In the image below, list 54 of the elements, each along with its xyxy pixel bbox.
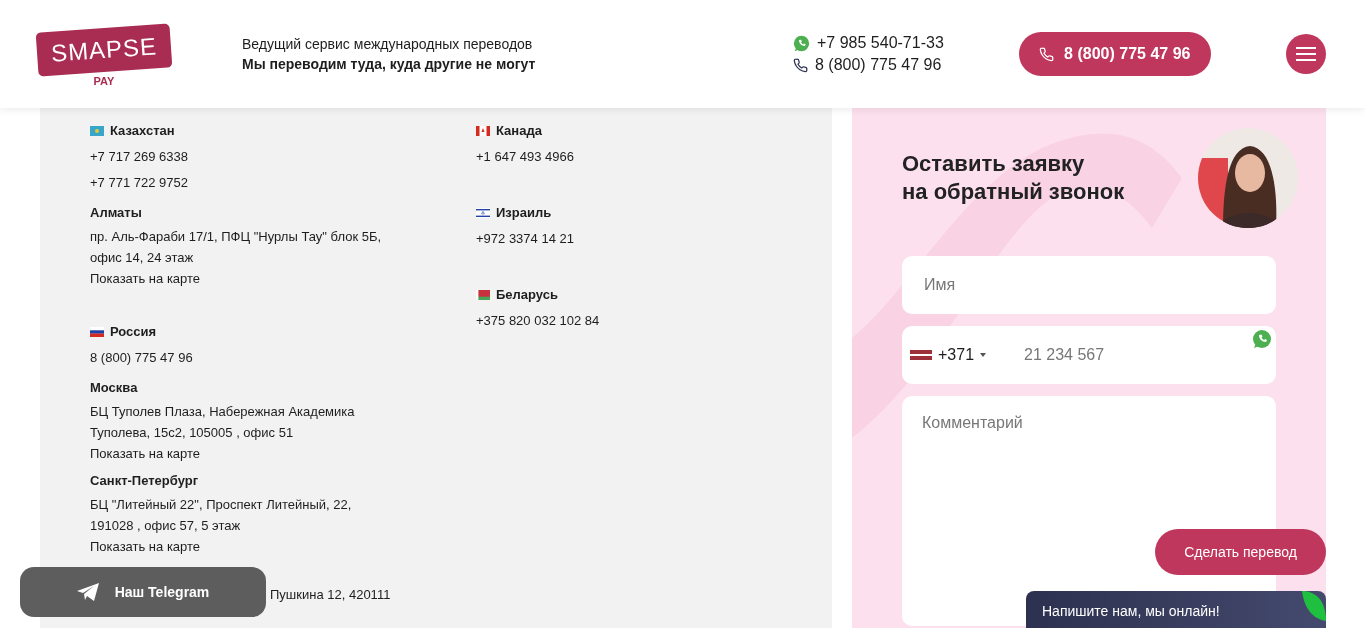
flag-icon bbox=[90, 126, 104, 136]
chat-text: Напишите нам, мы онлайн! bbox=[1042, 603, 1220, 619]
map-link[interactable]: Показать на карте bbox=[90, 443, 201, 464]
form-title: Оставить заявку на обратный звонок bbox=[902, 150, 1125, 206]
logo[interactable]: SMAPSE bbox=[35, 22, 173, 77]
caret-icon bbox=[980, 353, 987, 357]
address: БЦ Туполев Плаза, Набережная Академика Туполева, 15с2, 105005 , офис 51 bbox=[90, 403, 356, 442]
country-name: Россия bbox=[110, 323, 157, 341]
phone-icon bbox=[793, 57, 808, 73]
flag-icon bbox=[90, 327, 104, 337]
country-name: Беларусь bbox=[496, 286, 558, 304]
call-button[interactable]: 8 (800) 775 47 96 bbox=[1018, 32, 1211, 76]
map-link[interactable]: Показать на карте bbox=[90, 268, 201, 289]
country-name: Канада bbox=[496, 122, 542, 140]
phone-icon bbox=[1039, 46, 1055, 62]
chat-toast[interactable]: Напишите нам, мы онлайн! bbox=[1026, 591, 1326, 628]
online-indicator bbox=[1302, 591, 1326, 621]
city-name: Санкт-Петербург bbox=[90, 472, 200, 490]
address: БЦ "Литейный 22", Проспект Литейный, 22, 191028 , офис 57, 5 этаж bbox=[90, 496, 353, 535]
name-input[interactable]: Имя bbox=[922, 275, 1256, 295]
whatsapp-icon bbox=[1252, 329, 1272, 349]
transfer-button[interactable]: Сделать перевод bbox=[1155, 529, 1326, 575]
country-code-select[interactable]: +371 bbox=[910, 346, 987, 364]
city-name: Москва bbox=[90, 379, 139, 397]
comment-input[interactable]: Комментарий bbox=[902, 396, 1276, 526]
menu-icon bbox=[1296, 47, 1316, 61]
city-name: Алматы bbox=[90, 204, 143, 222]
flag-icon bbox=[476, 208, 490, 218]
slogan: Мы переводим туда, куда другие не могут bbox=[242, 56, 537, 72]
phone-input[interactable]: 21 234 567 bbox=[1022, 345, 1256, 365]
phone-number[interactable]: 8 (800) 775 47 96 bbox=[90, 345, 476, 371]
flag-icon bbox=[910, 350, 932, 360]
whatsapp-icon bbox=[793, 34, 810, 52]
phone-number[interactable]: +7 985 540-71-33 bbox=[817, 34, 944, 52]
flag-icon bbox=[476, 290, 490, 300]
address: пр. Аль-Фараби 17/1, ПФЦ "Нурлы Тау" блок 5Б, офис 14, 24 этаж bbox=[90, 228, 383, 267]
phone-field[interactable]: +371 21 234 567 bbox=[902, 326, 1276, 384]
map-link[interactable]: Показать на карте bbox=[90, 536, 201, 557]
phone-number[interactable]: 8 (800) 775 47 96 bbox=[815, 56, 942, 74]
country-name: Израиль bbox=[496, 204, 552, 222]
country-name: Казахстан bbox=[110, 122, 175, 140]
paper-plane-icon bbox=[76, 583, 99, 601]
address: Пушкина 12, 420111 bbox=[270, 587, 392, 602]
telegram-button[interactable]: Наш Telegram bbox=[20, 567, 266, 617]
tagline: Ведущий сервис международных переводов bbox=[242, 36, 534, 52]
phone-number[interactable]: +375 820 032 102 84 bbox=[476, 308, 776, 334]
flag-icon bbox=[476, 126, 490, 136]
name-field[interactable]: Имя bbox=[902, 256, 1276, 314]
phone-number[interactable]: +7 717 269 6338 bbox=[90, 144, 476, 170]
logo-subtitle: PAY bbox=[93, 74, 115, 87]
menu-button[interactable] bbox=[1286, 34, 1326, 74]
phone-number[interactable]: +1 647 493 4966 bbox=[476, 144, 776, 170]
phone-number[interactable]: +7 771 722 9752 bbox=[90, 170, 476, 196]
phone-number[interactable]: +972 3374 14 21 bbox=[476, 226, 776, 252]
